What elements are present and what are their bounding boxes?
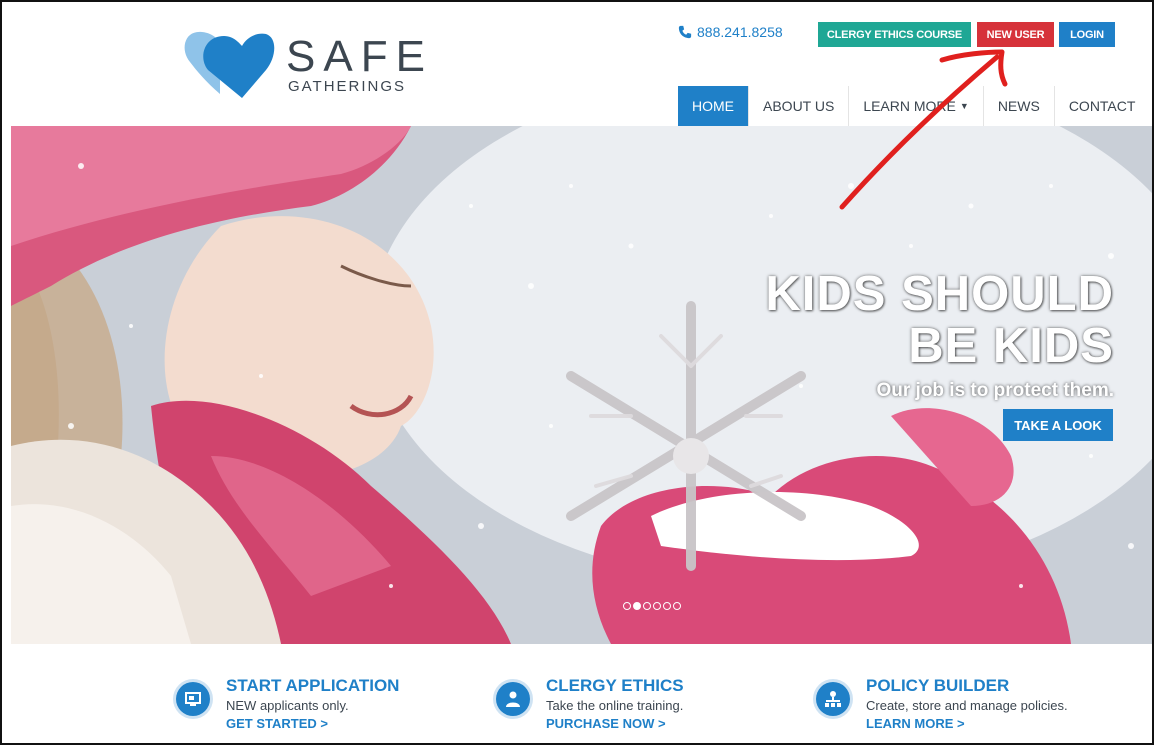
slider-dot[interactable] [623, 602, 631, 610]
feature-title[interactable]: START APPLICATION [226, 676, 399, 696]
nav-news[interactable]: NEWS [982, 86, 1054, 126]
feature-title[interactable]: POLICY BUILDER [866, 676, 1009, 696]
new-user-button[interactable]: NEW USER [977, 22, 1054, 47]
browser-frame: SAFE GATHERINGS 888.241.8258 CLERGY ETHI… [0, 0, 1154, 745]
clergy-ethics-course-button[interactable]: CLERGY ETHICS COURSE [818, 22, 971, 47]
phone-number[interactable]: 888.241.8258 [678, 24, 783, 40]
slider-dots [623, 602, 681, 610]
hero-title-line-1: KIDS SHOULD [765, 267, 1114, 321]
logo[interactable]: SAFE GATHERINGS [180, 24, 430, 104]
hero-title: KIDS SHOULD BE KIDS [765, 268, 1114, 372]
take-a-look-button[interactable]: TAKE A LOOK [1003, 409, 1113, 441]
logo-name: SAFE [286, 32, 433, 81]
nav-learn-more-label: LEARN MORE [863, 98, 956, 114]
slider-dot[interactable] [673, 602, 681, 610]
logo-subname: GATHERINGS [288, 78, 407, 95]
feature-desc: Take the online training. [546, 698, 684, 713]
nav-home[interactable]: HOME [678, 86, 748, 126]
get-started-link[interactable]: GET STARTED > [226, 716, 328, 731]
nav-learn-more[interactable]: LEARN MORE ▼ [848, 86, 983, 126]
phone-icon [678, 25, 692, 39]
feature-desc: NEW applicants only. [226, 698, 349, 713]
features-row: START APPLICATION NEW applicants only. G… [2, 644, 1152, 743]
phone-text: 888.241.8258 [697, 24, 783, 40]
slider-dot-active[interactable] [633, 602, 641, 610]
person-icon [496, 682, 530, 716]
org-chart-icon [816, 682, 850, 716]
learn-more-link[interactable]: LEARN MORE > [866, 716, 965, 731]
login-button[interactable]: LOGIN [1059, 22, 1115, 47]
hero-title-line-2: BE KIDS [908, 319, 1114, 373]
hero-slider[interactable]: KIDS SHOULD BE KIDS Our job is to protec… [11, 126, 1152, 644]
purchase-now-link[interactable]: PURCHASE NOW > [546, 716, 666, 731]
slider-dot[interactable] [643, 602, 651, 610]
nav-about-us[interactable]: ABOUT US [748, 86, 848, 126]
monitor-icon [176, 682, 210, 716]
heart-logo-icon [184, 31, 275, 99]
site-header: SAFE GATHERINGS 888.241.8258 CLERGY ETHI… [2, 2, 1152, 126]
slider-dot[interactable] [653, 602, 661, 610]
nav-contact[interactable]: CONTACT [1053, 86, 1150, 126]
slider-dot[interactable] [663, 602, 671, 610]
main-nav: HOME ABOUT US LEARN MORE ▼ NEWS CONTACT [678, 86, 1149, 126]
feature-desc: Create, store and manage policies. [866, 698, 1068, 713]
caret-down-icon: ▼ [959, 101, 969, 111]
feature-title[interactable]: CLERGY ETHICS [546, 676, 684, 696]
hero-subtitle: Our job is to protect them. [876, 380, 1114, 401]
